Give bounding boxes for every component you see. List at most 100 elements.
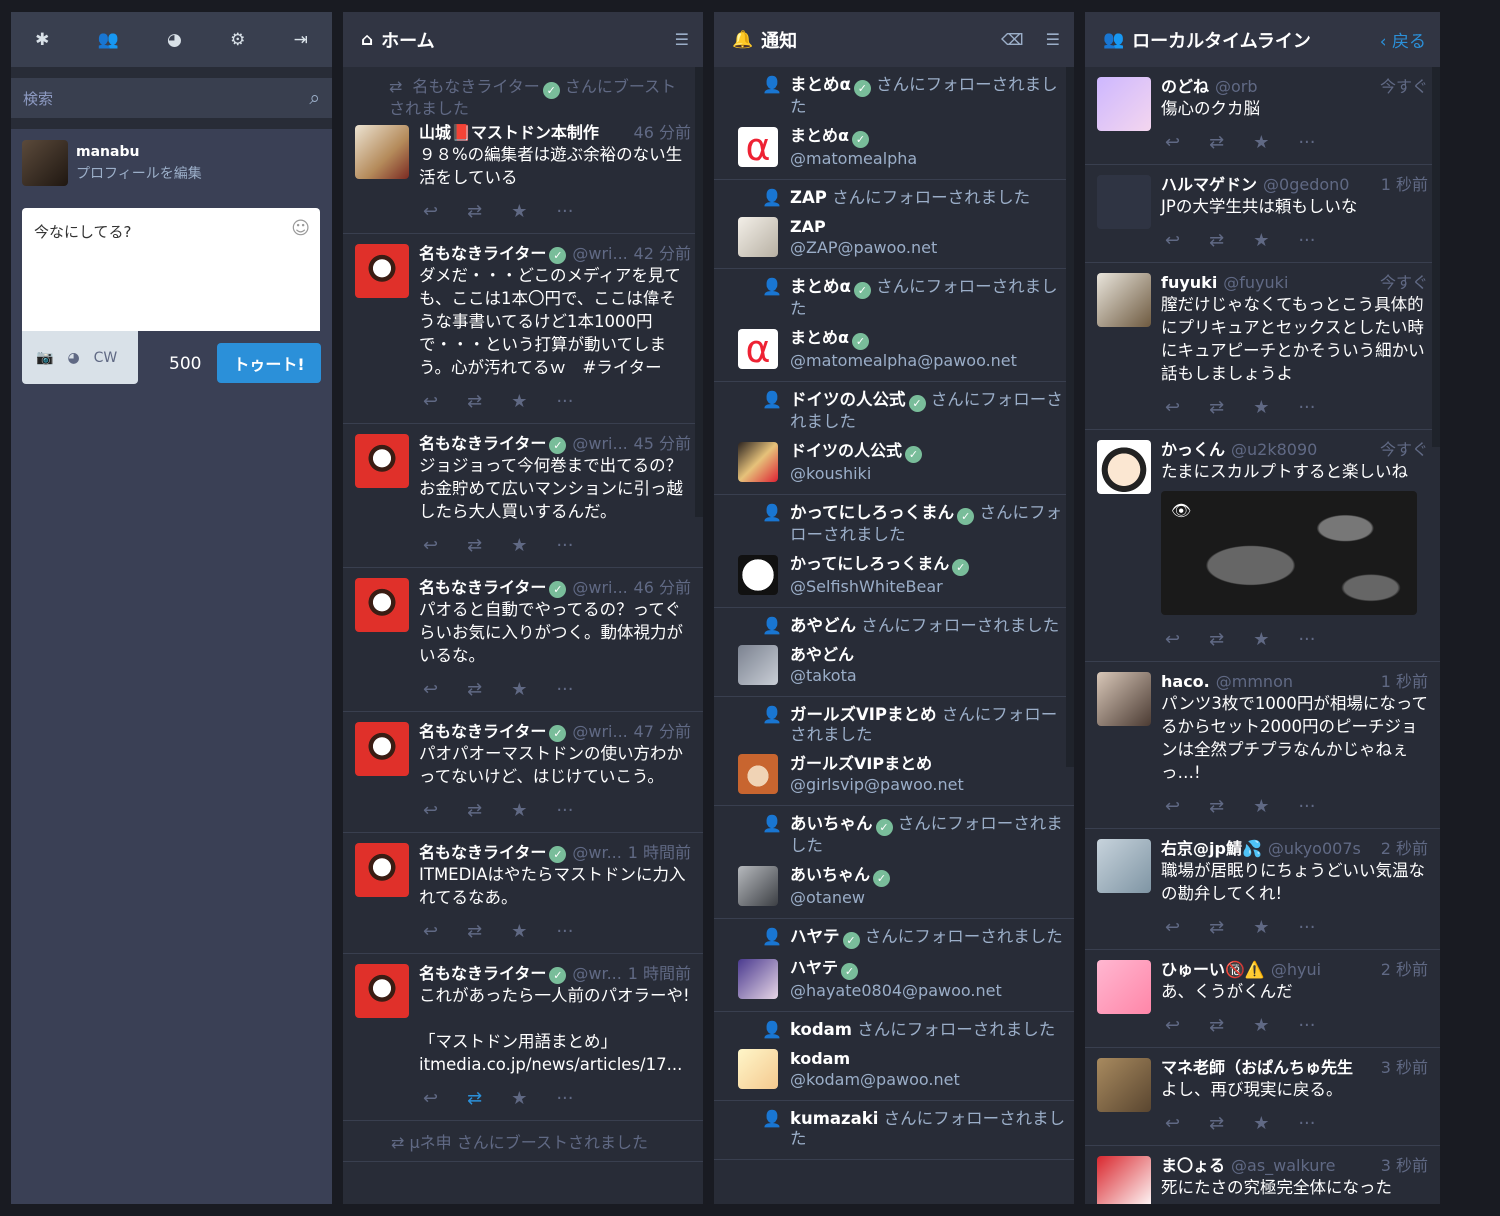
scrollbar[interactable] xyxy=(695,67,703,517)
timestamp[interactable]: 1 時間前 xyxy=(624,843,691,863)
local-timeline-icon[interactable]: 👥 xyxy=(98,30,119,50)
account-card[interactable]: あやどん @takota xyxy=(738,644,1066,686)
favourite-star-icon[interactable]: ★ xyxy=(511,391,527,412)
home-column-header[interactable]: ⌂ ホーム ☰ xyxy=(343,12,703,67)
notification[interactable]: 👤 ハヤテ ✓ さんにフォローされました ハヤテ ✓ @hayate0804@pawoo.… xyxy=(714,919,1074,1012)
avatar[interactable] xyxy=(1097,273,1151,327)
username[interactable]: @mmnon xyxy=(1216,672,1293,692)
camera-icon[interactable]: 📷 xyxy=(36,350,53,366)
reply-icon[interactable]: ↩ xyxy=(1165,796,1180,817)
search-input[interactable]: 検索 ⌕ xyxy=(11,78,332,118)
display-name[interactable]: ドイツの人公式 ✓ xyxy=(790,440,923,463)
more-ellipsis-icon[interactable]: ··· xyxy=(1298,230,1315,251)
cw-button[interactable]: CW xyxy=(94,350,118,366)
avatar[interactable] xyxy=(355,578,409,632)
avatar[interactable] xyxy=(355,434,409,488)
more-ellipsis-icon[interactable]: ··· xyxy=(1298,397,1315,418)
reply-icon[interactable]: ↩ xyxy=(1165,917,1180,938)
account-card[interactable]: kodam @kodam@pawoo.net xyxy=(738,1048,1066,1090)
status[interactable]: 名もなきライター ✓ @wri... 46 分前 パオると自動でやってるの？ってぐらいお… xyxy=(343,568,703,712)
boost-icon[interactable]: ⇄ xyxy=(467,535,482,556)
avatar[interactable] xyxy=(355,843,409,897)
search-icon[interactable]: ⌕ xyxy=(309,87,320,109)
boost-icon[interactable]: ⇄ xyxy=(467,800,482,821)
notifier-name[interactable]: kumazaki xyxy=(790,1109,878,1128)
reply-icon[interactable]: ↩ xyxy=(1165,1113,1180,1134)
notifier-name[interactable]: あやどん xyxy=(790,616,856,635)
favourite-star-icon[interactable]: ★ xyxy=(1253,1113,1269,1134)
notifier-name[interactable]: ZAP xyxy=(790,188,827,207)
favourite-star-icon[interactable]: ★ xyxy=(1253,132,1269,153)
notifier-name[interactable]: kodam xyxy=(790,1020,852,1039)
notifier-name[interactable]: まとめα xyxy=(790,277,851,296)
boost-icon[interactable]: ⇄ xyxy=(1209,917,1224,938)
notifications-column-header[interactable]: 🔔 通知 ⌫ ☰ xyxy=(714,12,1074,67)
display-name[interactable]: あいちゃん ✓ xyxy=(790,864,891,887)
boost-icon[interactable]: ⇄ xyxy=(467,391,482,412)
emoji-picker-icon[interactable]: ☺ xyxy=(291,218,310,239)
more-ellipsis-icon[interactable]: ··· xyxy=(1298,1113,1315,1134)
favourite-star-icon[interactable]: ★ xyxy=(1253,397,1269,418)
notification[interactable]: 👤 kodam さんにフォローされました kodam @kodam@pawoo.net xyxy=(714,1012,1074,1101)
notifier-name[interactable]: ハヤテ xyxy=(790,927,840,946)
avatar[interactable] xyxy=(738,217,778,257)
avatar[interactable] xyxy=(1097,1156,1151,1204)
more-ellipsis-icon[interactable]: ··· xyxy=(556,800,573,821)
more-ellipsis-icon[interactable]: ··· xyxy=(556,679,573,700)
notification[interactable]: 👤 あやどん さんにフォローされました あやどん @takota xyxy=(714,608,1074,697)
notification[interactable]: 👤 まとめα ✓ さんにフォローされました α まとめα ✓ @matomealpha@pa… xyxy=(714,269,1074,382)
status[interactable]: ま〇ょる @as_walkure 3 秒前死にたさの究極完全体になった ↩⇄★··· xyxy=(1085,1146,1440,1204)
logout-icon[interactable]: ⇥ xyxy=(294,30,308,50)
notification[interactable]: 👤 かってにしろっくまん ✓ さんにフォローされました かってにしろっくまん ✓ @Sel… xyxy=(714,495,1074,608)
boost-icon[interactable]: ⇄ xyxy=(467,1088,482,1109)
scrollbar[interactable] xyxy=(1066,67,1074,767)
status[interactable]: 名もなきライター ✓ @wri... 42 分前 ダメだ・・・どこのメディアを見ても、こ… xyxy=(343,234,703,424)
timestamp[interactable]: 今すぐ xyxy=(1376,273,1428,293)
boost-icon[interactable]: ⇄ xyxy=(1209,1015,1224,1036)
display-name[interactable]: 名もなきライター xyxy=(419,843,546,863)
avatar[interactable] xyxy=(355,125,409,179)
avatar[interactable] xyxy=(355,964,409,1018)
display-name[interactable]: マネ老師（おぱんちゅ先生 xyxy=(1161,1058,1353,1078)
username[interactable]: @wri... xyxy=(572,722,627,742)
username[interactable]: @orb xyxy=(1215,77,1258,97)
favourite-star-icon[interactable]: ★ xyxy=(511,800,527,821)
display-name[interactable]: 名もなきライター xyxy=(419,434,546,454)
avatar[interactable] xyxy=(355,722,409,776)
more-ellipsis-icon[interactable]: ··· xyxy=(1298,1015,1315,1036)
toot-button[interactable]: トゥート! xyxy=(217,343,321,383)
favourite-star-icon[interactable]: ★ xyxy=(511,921,527,942)
status[interactable]: 名もなきライター ✓ @wri... 47 分前 パオパオーマストドンの使い方わかってな… xyxy=(343,712,703,833)
display-name[interactable]: ひゅーい🔞⚠️ xyxy=(1161,960,1265,980)
local-column-header[interactable]: 👥 ローカルタイムライン ‹ 戻る xyxy=(1085,12,1440,67)
username[interactable]: @fuyuki xyxy=(1223,273,1288,293)
notification[interactable]: 👤 ガールズVIPまとめ さんにフォローされました ガールズVIPまとめ @girls… xyxy=(714,697,1074,806)
more-ellipsis-icon[interactable]: ··· xyxy=(556,921,573,942)
timestamp[interactable]: 46 分前 xyxy=(630,578,691,598)
notifier-name[interactable]: ガールズVIPまとめ xyxy=(790,705,937,724)
avatar[interactable] xyxy=(1097,175,1151,229)
more-ellipsis-icon[interactable]: ··· xyxy=(556,535,573,556)
more-ellipsis-icon[interactable]: ··· xyxy=(1298,132,1315,153)
display-name[interactable]: ま〇ょる xyxy=(1161,1156,1225,1176)
status[interactable]: fuyuki @fuyuki 今すぐ 膣だけじゃなくてもっとこう具体的にプリキュアとセ… xyxy=(1085,263,1440,430)
status[interactable]: 名もなきライター ✓ @wri... 45 分前 ジョジョって今何巻まで出てるの？お金貯… xyxy=(343,424,703,568)
edit-profile-link[interactable]: プロフィールを編集 xyxy=(76,163,202,183)
reply-icon[interactable]: ↩ xyxy=(423,921,438,942)
username[interactable]: @wr... xyxy=(572,843,621,863)
username[interactable]: @takota xyxy=(790,665,857,686)
boost-icon[interactable]: ⇄ xyxy=(1209,629,1224,650)
username[interactable]: @0gedon0 xyxy=(1263,175,1349,195)
reply-icon[interactable]: ↩ xyxy=(423,679,438,700)
username[interactable]: @matomealpha@pawoo.net xyxy=(790,350,1017,371)
account-card[interactable]: かってにしろっくまん ✓ @SelfishWhiteBear xyxy=(738,553,1066,597)
avatar[interactable] xyxy=(1097,960,1151,1014)
column-settings-icon[interactable]: ☰ xyxy=(1046,30,1060,49)
reply-icon[interactable]: ↩ xyxy=(1165,1015,1180,1036)
display-name[interactable]: まとめα ✓ xyxy=(790,327,1017,350)
display-name[interactable]: 名もなきライター xyxy=(419,244,546,264)
username[interactable]: @wr... xyxy=(572,964,621,984)
account-card[interactable]: ZAP @ZAP@pawoo.net xyxy=(738,216,1066,258)
avatar[interactable] xyxy=(738,645,778,685)
display-name[interactable]: ガールズVIPまとめ xyxy=(790,753,964,774)
